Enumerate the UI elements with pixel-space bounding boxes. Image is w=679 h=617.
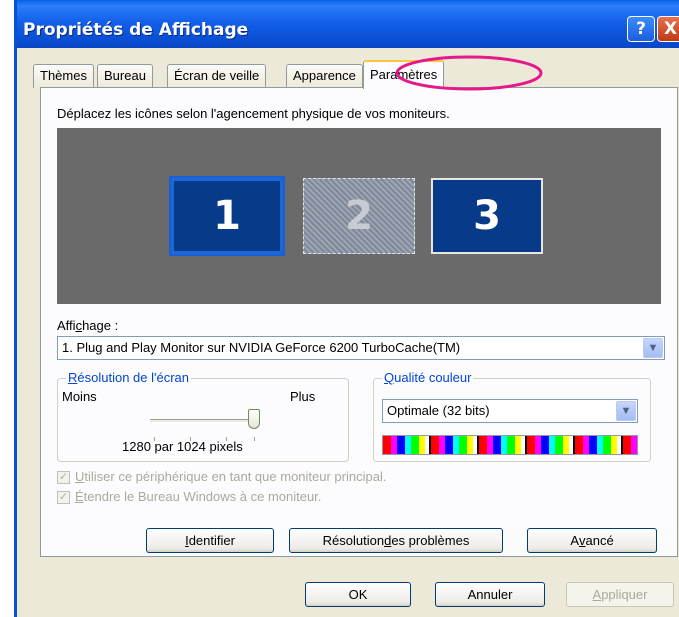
extend-desktop-checkbox[interactable]: ✓ [57,491,70,504]
tab-appearance[interactable]: Apparence [286,64,363,88]
tab-label: Écran de veille [174,68,260,83]
resolution-slider-track[interactable] [150,419,260,423]
tab-screensaver[interactable]: Écran de veille [167,64,267,88]
color-quality-group: Qualité couleur Optimale (32 bits) ▼ [373,370,651,462]
tab-settings[interactable]: Paramètres [363,60,445,89]
tab-themes[interactable]: Thèmes [33,64,94,88]
display-select-value: 1. Plug and Play Monitor sur NVIDIA GeFo… [62,340,461,355]
help-button[interactable]: ? [627,16,655,42]
instruction-text: Déplacez les icônes selon l'agencement p… [57,106,450,121]
primary-monitor-label: Utiliser ce périphérique en tant que mon… [75,469,387,484]
color-palette-preview [382,435,638,455]
close-icon: X [663,19,678,39]
tab-label: Apparence [293,68,356,83]
display-select[interactable]: 1. Plug and Play Monitor sur NVIDIA GeFo… [57,336,665,360]
tab-label: Thèmes [40,68,87,83]
monitor-number: 3 [473,193,501,239]
settings-pane: Déplacez les icônes selon l'agencement p… [40,87,678,557]
monitor-3-icon[interactable]: 3 [431,178,543,254]
monitor-2-icon[interactable]: 2 [303,178,415,254]
resolution-more-label: Plus [290,389,316,404]
tab-label: Paramètres [370,67,438,82]
title-bar[interactable]: Propriétés de Affichage ? X [17,0,679,48]
color-quality-select[interactable]: Optimale (32 bits) ▼ [382,399,638,423]
monitor-arrangement-area[interactable]: 1 2 3 [57,128,661,304]
resolution-less-label: Moins [62,389,97,404]
chevron-down-icon[interactable]: ▼ [616,401,636,421]
monitor-1-icon[interactable]: 1 [169,176,285,256]
primary-monitor-checkbox[interactable]: ✓ [57,471,70,484]
ok-button[interactable]: OK [305,582,411,607]
help-icon: ? [636,19,646,39]
cancel-button[interactable]: Annuler [435,582,545,607]
close-button[interactable]: X [657,16,679,42]
resolution-group: Résolution de l'écran Moins Plus 1280 pa… [57,370,349,462]
display-label: Affichage : [57,318,119,333]
window-title: Propriétés de Affichage [23,20,249,40]
identify-button[interactable]: Identifier [146,528,274,553]
display-properties-window: Propriétés de Affichage ? X Thèmes Burea… [14,0,679,617]
color-quality-group-title: Qualité couleur [382,370,474,385]
color-quality-value: Optimale (32 bits) [387,403,490,418]
resolution-value: 1280 par 1024 pixels [122,439,243,454]
monitor-number: 2 [345,193,373,239]
tab-label: Bureau [104,68,146,83]
advanced-button[interactable]: Av ancé [527,528,657,553]
chevron-down-icon[interactable]: ▼ [643,338,663,358]
resolution-slider-thumb[interactable] [248,409,260,429]
monitor-number: 1 [213,193,241,239]
resolution-group-title: Résolution de l'écran [66,370,192,385]
apply-button[interactable]: Appliquer [566,582,674,607]
troubleshoot-button[interactable]: Résolution d es problèmes [289,528,503,553]
tab-desktop[interactable]: Bureau [97,64,153,88]
slider-tick [254,437,255,441]
extend-desktop-label: Étendre le Bureau Windows à ce moniteur. [75,489,322,504]
